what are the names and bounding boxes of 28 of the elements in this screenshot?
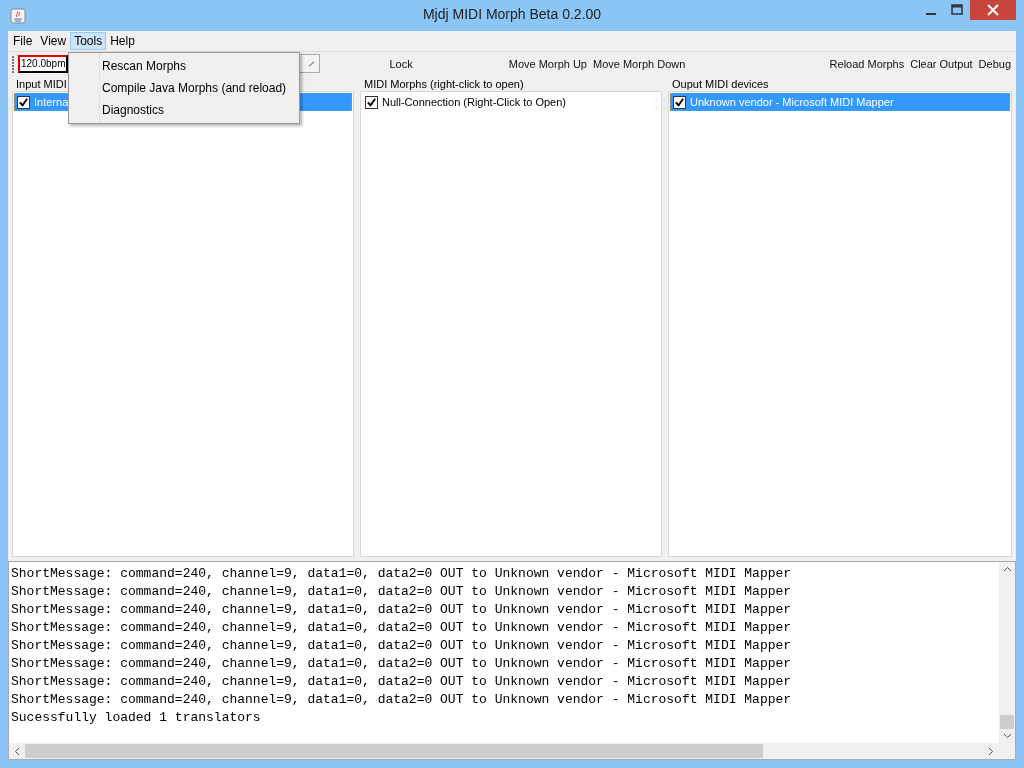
menu-item[interactable]: File xyxy=(9,32,37,50)
log-line: ShortMessage: command=240, channel=9, data1=0, data2=0 OUT to Unknown vendor - Microsoft MIDI Mapper xyxy=(11,691,793,709)
log-line: ShortMessage: command=240, channel=9, data1=0, data2=0 OUT to Unknown vendor - Microsoft MIDI Mapper xyxy=(11,655,793,673)
log-line: ShortMessage: command=240, channel=9, data1=0, data2=0 OUT to Unknown vendor - Microsoft MIDI Mapper xyxy=(11,637,793,655)
toolbar-button[interactable]: Lock xyxy=(386,57,416,70)
tempo-field[interactable]: 120.0bpm xyxy=(18,54,69,73)
window-title: Mjdj MIDI Morph Beta 0.2.00 xyxy=(422,6,602,22)
log-line: Sucessfully loaded 1 translators xyxy=(11,709,262,727)
log-line: ShortMessage: command=240, channel=9, data1=0, data2=0 OUT to Unknown vendor - Microsoft MIDI Mapper xyxy=(11,673,793,691)
panel-title: Ouput MIDI devices xyxy=(672,77,769,91)
menu-item[interactable]: Rescan Morphs xyxy=(102,55,187,77)
menu-item[interactable]: Compile Java Morphs (and reload) xyxy=(102,77,287,99)
menu-item[interactable]: View xyxy=(36,32,71,50)
toolbar-button[interactable]: Move Morph Up xyxy=(505,57,590,70)
toolbar-button[interactable]: Reload Morphs xyxy=(826,57,908,70)
log-line: ShortMessage: command=240, channel=9, data1=0, data2=0 OUT to Unknown vendor - Microsoft MIDI Mapper xyxy=(11,601,793,619)
menu-item[interactable]: Tools xyxy=(70,32,107,50)
list-item[interactable]: Null-Connection (Right-Click to Open) xyxy=(362,93,660,111)
log-line: ShortMessage: command=240, channel=9, data1=0, data2=0 OUT to Unknown vendor - Microsoft MIDI Mapper xyxy=(11,565,793,583)
toolbar-button[interactable]: Debug xyxy=(975,57,1014,70)
toolbar-button[interactable]: Move Morph Down xyxy=(590,57,689,70)
log-line: ShortMessage: command=240, channel=9, data1=0, data2=0 OUT to Unknown vendor - Microsoft MIDI Mapper xyxy=(11,583,793,601)
menu-item[interactable]: Help xyxy=(106,32,139,50)
panel-title: Input MIDI xyxy=(16,77,67,91)
log-line: ShortMessage: command=240, channel=9, data1=0, data2=0 OUT to Unknown vendor - Microsoft MIDI Mapper xyxy=(11,619,793,637)
panel-title: MIDI Morphs (right-click to open) xyxy=(364,77,524,91)
toolbar-button[interactable]: Clear Output xyxy=(907,57,976,70)
menu-item[interactable]: Diagnostics xyxy=(102,99,165,121)
